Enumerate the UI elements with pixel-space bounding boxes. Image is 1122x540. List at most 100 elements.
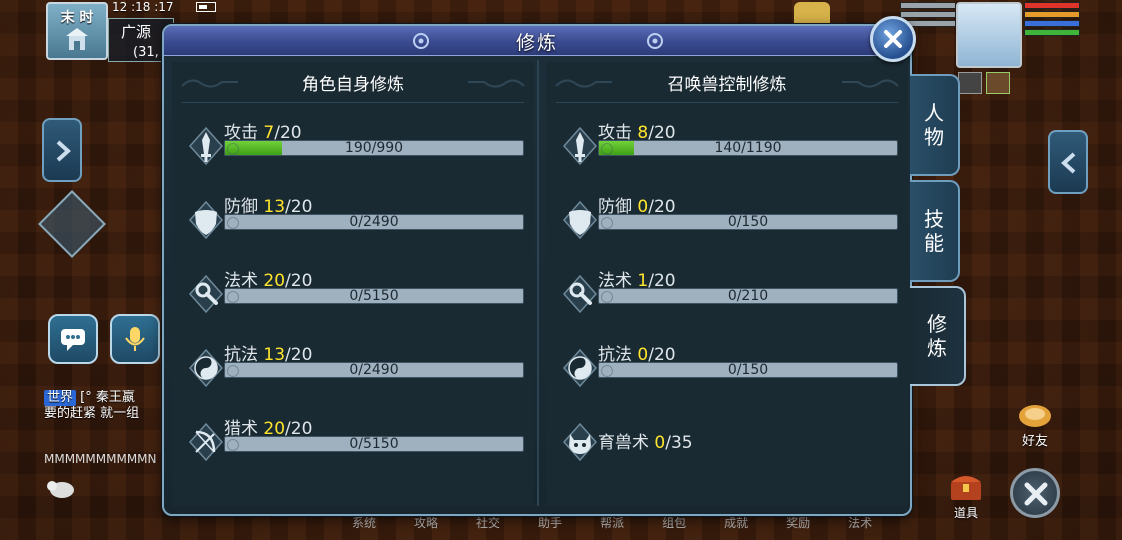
progress-text: 0/150 xyxy=(727,214,769,230)
tab-skills-label-1: 技 xyxy=(924,207,944,231)
buff-icon-2[interactable] xyxy=(986,72,1010,94)
left-row[interactable]: 防御 13/20 0/2490 xyxy=(172,192,534,242)
progress-text: 0/2490 xyxy=(349,214,399,230)
swirl-ornament-icon xyxy=(647,33,663,49)
pagoda-icon xyxy=(66,28,88,50)
pet-control-cultivation-panel: 召唤兽控制修炼 攻击 8/20 140/1190 防御 0/20 0/150 法术 1/… xyxy=(546,62,908,506)
tab-skills[interactable]: 技 能 xyxy=(910,180,960,282)
experience-progress-bar: 190/990 xyxy=(224,140,524,156)
resist-icon xyxy=(558,346,602,390)
right-row[interactable]: 育兽术 0/35 xyxy=(546,414,908,464)
treasure-chest-icon xyxy=(951,476,981,500)
progress-text: 0/5150 xyxy=(349,288,399,304)
cloud-ornament-icon xyxy=(842,79,899,88)
experience-progress-bar: 0/5150 xyxy=(224,288,524,304)
battery-icon xyxy=(196,2,216,12)
microphone-icon xyxy=(125,327,145,351)
left-row[interactable]: 猎术 20/20 0/5150 xyxy=(172,414,534,464)
hud-close-button[interactable] xyxy=(1010,468,1060,518)
pet-sheep-icon xyxy=(47,481,74,498)
right-row[interactable]: 抗法 0/20 0/150 xyxy=(546,340,908,390)
tab-cultivation-label-1: 修 xyxy=(927,312,947,336)
left-row[interactable]: 抗法 13/20 0/2490 xyxy=(172,340,534,390)
handshake-icon xyxy=(1019,405,1051,427)
left-row[interactable]: 法术 20/20 0/5150 xyxy=(172,266,534,316)
time-period-indicator: 末 时 xyxy=(46,2,108,60)
column-divider xyxy=(537,60,539,506)
progress-text: 0/210 xyxy=(727,288,769,304)
chat-message-line3: MMMMMMMMMMN xyxy=(44,452,157,466)
magic-icon xyxy=(558,272,602,316)
buff-icon[interactable] xyxy=(958,72,982,94)
dialog-titlebar: 修炼 xyxy=(164,26,910,56)
tab-cultivation[interactable]: 修 炼 xyxy=(910,286,966,386)
tab-skills-label-2: 能 xyxy=(924,231,944,255)
header-divider xyxy=(182,102,524,103)
progress-text: 0/2490 xyxy=(349,362,399,378)
chat-bubble-icon xyxy=(61,329,85,351)
right-row[interactable]: 防御 0/20 0/150 xyxy=(546,192,908,242)
chat-button[interactable] xyxy=(48,314,98,364)
chat-message: 世界 [° 秦王嬴 xyxy=(44,390,164,406)
left-row[interactable]: 攻击 7/20 190/990 xyxy=(172,118,534,168)
chat-log[interactable]: 世界 [° 秦王嬴 要的赶紧 就一组 xyxy=(44,390,164,422)
character-cultivation-panel: 角色自身修炼 攻击 7/20 190/990 防御 13/20 0/2490 法术 20… xyxy=(172,62,534,506)
bottom-menu-item[interactable]: 法术 xyxy=(848,514,872,531)
header-divider xyxy=(556,102,898,103)
bottom-menu-item[interactable]: 系统 xyxy=(352,514,376,531)
bottom-menu-item[interactable]: 帮派 xyxy=(600,514,624,531)
experience-progress-bar: 0/5150 xyxy=(224,436,524,452)
progress-text: 140/1190 xyxy=(714,140,782,156)
defense-icon xyxy=(558,198,602,242)
clock: 12 :18 :17 xyxy=(112,0,174,14)
bottom-menu-item[interactable]: 成就 xyxy=(724,514,748,531)
location-coordinates: (31, xyxy=(133,45,159,60)
bottom-menu-item[interactable]: 组包 xyxy=(662,514,686,531)
experience-progress-bar: 0/150 xyxy=(598,362,898,378)
skill-label: 育兽术 0/35 xyxy=(598,428,693,453)
chevron-right-icon xyxy=(56,140,71,162)
bottom-menu-item[interactable]: 奖励 xyxy=(786,514,810,531)
chat-message-line2: 要的赶紧 就一组 xyxy=(44,406,140,421)
tab-cultivation-label-2: 炼 xyxy=(927,336,947,360)
voice-button[interactable] xyxy=(110,314,160,364)
chat-channel-tag: 世界 xyxy=(44,390,77,406)
attack-icon xyxy=(558,124,602,168)
time-period-label: 末 时 xyxy=(60,10,94,26)
bottom-menu-item[interactable]: 助手 xyxy=(538,514,562,531)
bottom-menu-item[interactable]: 社交 xyxy=(476,514,500,531)
defense-icon xyxy=(184,198,228,242)
progress-text: 190/990 xyxy=(344,140,404,156)
inventory-label: 道具 xyxy=(953,506,978,520)
tab-character[interactable]: 人 物 xyxy=(910,74,960,176)
dialog-close-button[interactable] xyxy=(870,16,916,62)
friends-label: 好友 xyxy=(1021,434,1048,449)
attack-icon xyxy=(184,124,228,168)
dialog-title: 修炼 xyxy=(515,32,558,54)
tab-character-label-2: 物 xyxy=(924,125,944,149)
experience-progress-bar: 140/1190 xyxy=(598,140,898,156)
player-avatar[interactable] xyxy=(956,2,1022,68)
cloud-ornament-icon xyxy=(468,79,525,88)
inventory-button[interactable]: 道具 xyxy=(944,470,988,522)
magic-icon xyxy=(184,272,228,316)
experience-progress-bar: 0/150 xyxy=(598,214,898,230)
player-status-bars xyxy=(1024,2,1080,38)
close-icon xyxy=(884,30,902,48)
resist-icon xyxy=(184,346,228,390)
skill-max-level: /35 xyxy=(665,433,693,453)
expand-right-button[interactable] xyxy=(1048,130,1088,194)
right-row[interactable]: 攻击 8/20 140/1190 xyxy=(546,118,908,168)
skill-name: 育兽术 xyxy=(598,433,649,453)
bottom-menu-item[interactable]: 攻略 xyxy=(414,514,438,531)
beast-taming-icon xyxy=(558,420,602,464)
tab-character-label-1: 人 xyxy=(924,101,944,125)
expand-left-button[interactable] xyxy=(42,118,82,182)
right-row[interactable]: 法术 1/20 0/210 xyxy=(546,266,908,316)
experience-progress-bar: 0/2490 xyxy=(224,362,524,378)
experience-progress-bar: 0/2490 xyxy=(224,214,524,230)
friends-button[interactable]: 好友 xyxy=(1010,398,1060,450)
progress-text: 0/150 xyxy=(727,362,769,378)
close-icon xyxy=(1024,482,1048,506)
chevron-left-icon xyxy=(1061,152,1076,174)
